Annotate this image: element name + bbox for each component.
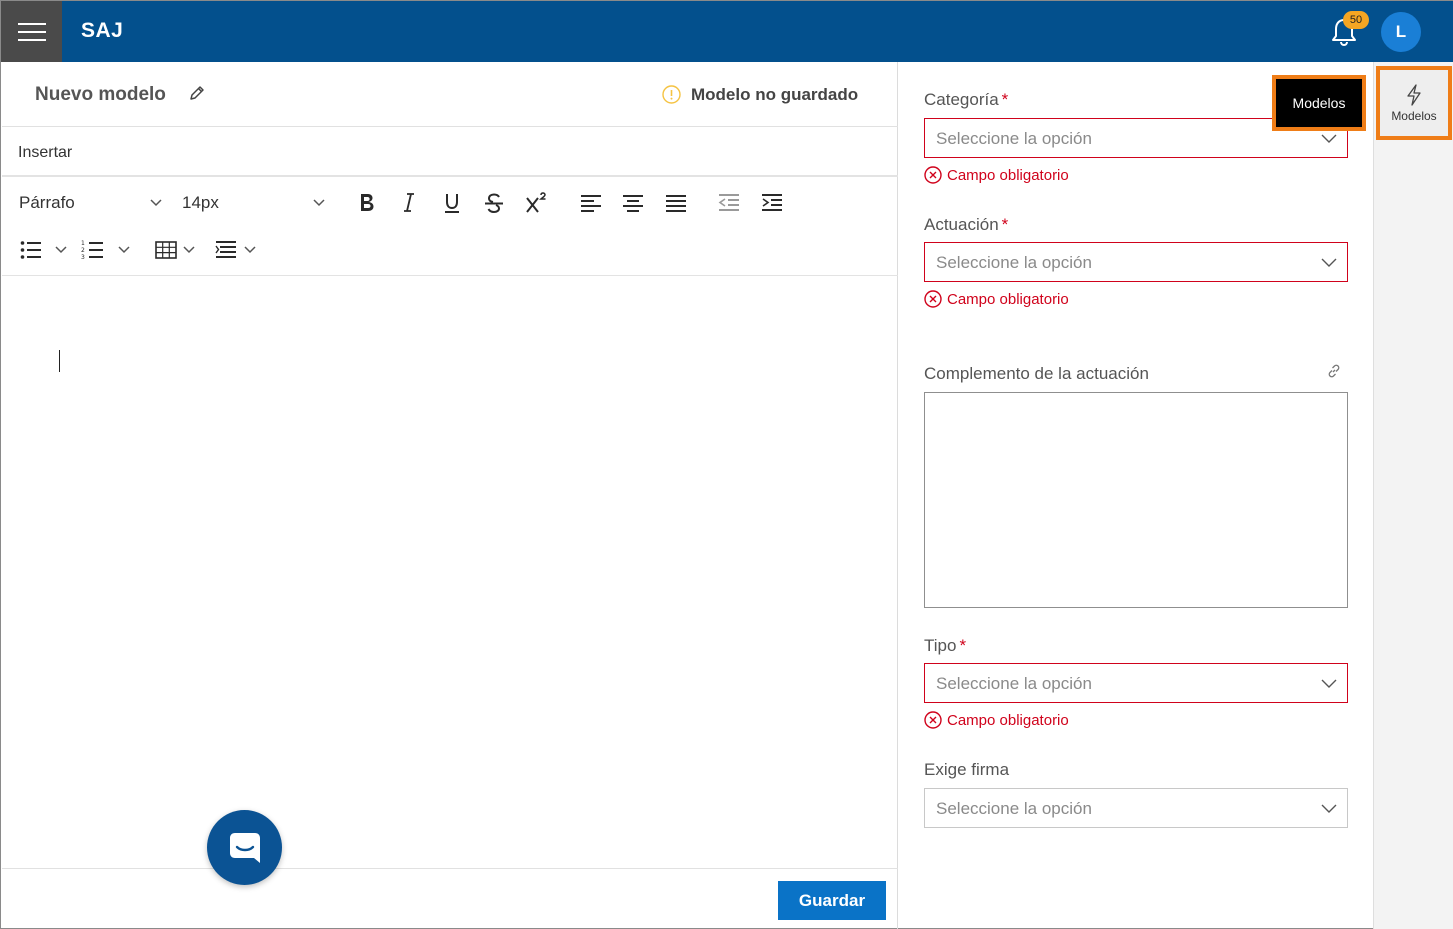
chevron-down-icon [1321, 804, 1337, 813]
menu-button[interactable] [1, 1, 62, 62]
required-mark: * [1001, 215, 1009, 234]
chat-launcher-button[interactable] [207, 810, 282, 885]
strikethrough-icon[interactable] [482, 191, 506, 215]
complement-label: Complemento de la actuación [924, 364, 1149, 383]
notification-badge: 50 [1343, 11, 1369, 29]
chevron-down-icon [1321, 134, 1337, 143]
chat-icon [229, 832, 260, 863]
italic-icon[interactable] [397, 191, 421, 215]
chevron-down-icon[interactable] [183, 246, 195, 254]
action-error-text: Campo obligatorio [947, 290, 1069, 308]
user-avatar[interactable]: L [1381, 12, 1421, 52]
signature-label: Exige firma [924, 760, 1010, 779]
menu-icon [17, 22, 46, 41]
paragraph-style-value: Párrafo [19, 193, 75, 212]
bullet-list-icon[interactable] [19, 238, 43, 262]
action-label-text: Actuación [924, 215, 999, 234]
category-placeholder: Seleccione la opción [936, 129, 1092, 148]
action-select[interactable]: Seleccione la opción [924, 242, 1348, 282]
top-bar: SAJ 50 L [1, 1, 1453, 62]
save-status-text: Modelo no guardado [691, 85, 859, 104]
model-name-title: Nuevo modelo [35, 84, 166, 105]
chevron-down-icon[interactable] [150, 199, 162, 207]
type-label: Tipo * [924, 636, 966, 656]
svg-text:3: 3 [81, 254, 85, 261]
insert-menu[interactable]: Insertar [18, 144, 72, 162]
right-side-rail: Modelos [1373, 62, 1453, 929]
underline-icon[interactable] [440, 191, 464, 215]
model-properties-form: Categoría * Seleccione la opción Campo ob… [899, 62, 1373, 929]
category-error: Campo obligatorio [924, 166, 1069, 184]
indent-icon[interactable] [760, 191, 784, 215]
action-error: Campo obligatorio [924, 290, 1069, 308]
brand-logo: SAJ [81, 19, 124, 42]
link-icon[interactable] [1327, 364, 1341, 378]
formatting-toolbar: Párrafo 14px [2, 180, 898, 226]
align-justify-icon[interactable] [664, 191, 688, 215]
required-mark: * [1001, 90, 1009, 109]
svg-text:2: 2 [81, 247, 85, 254]
type-placeholder: Seleccione la opción [936, 674, 1092, 693]
list-style-icon[interactable] [214, 238, 238, 262]
font-size-select[interactable]: 14px [182, 180, 219, 226]
signature-select[interactable]: Seleccione la opción [924, 788, 1348, 828]
align-center-icon[interactable] [621, 191, 645, 215]
pencil-icon[interactable] [188, 84, 206, 102]
editor-panel: Nuevo modelo Modelo no guardado Insertar… [2, 62, 898, 929]
editor-header: Nuevo modelo Modelo no guardado [2, 62, 898, 127]
paragraph-style-select[interactable]: Párrafo [19, 180, 75, 226]
superscript-icon[interactable] [524, 191, 548, 215]
models-tooltip: Modelos [1272, 75, 1366, 131]
action-label: Actuación * [924, 215, 1008, 235]
app-window: SAJ 50 L Nuevo modelo Modelo no guardado… [0, 0, 1453, 929]
models-button-label: Modelos [1391, 108, 1437, 123]
chevron-down-icon[interactable] [55, 246, 67, 254]
required-mark: * [959, 636, 967, 655]
category-label: Categoría * [924, 90, 1008, 110]
complement-textarea[interactable] [924, 392, 1348, 608]
align-left-icon[interactable] [579, 191, 603, 215]
type-error-text: Campo obligatorio [947, 711, 1069, 729]
category-error-text: Campo obligatorio [947, 166, 1069, 184]
chevron-down-icon [1321, 679, 1337, 688]
info-icon [662, 85, 681, 104]
text-cursor [59, 350, 60, 372]
error-circle-icon [924, 166, 942, 184]
lightning-icon [1407, 83, 1421, 106]
outdent-icon[interactable] [717, 191, 741, 215]
list-toolbar: 123 [2, 226, 898, 276]
error-circle-icon [924, 290, 942, 308]
insert-menu-bar: Insertar [2, 127, 898, 177]
type-label-text: Tipo [924, 636, 957, 655]
action-placeholder: Seleccione la opción [936, 253, 1092, 272]
table-icon[interactable] [154, 238, 178, 262]
svg-text:1: 1 [81, 240, 85, 247]
chevron-down-icon[interactable] [118, 246, 130, 254]
document-editor-area[interactable] [2, 276, 898, 869]
font-size-value: 14px [182, 193, 219, 212]
chevron-down-icon [1321, 258, 1337, 267]
chevron-down-icon[interactable] [313, 199, 325, 207]
save-button[interactable]: Guardar [778, 881, 886, 920]
signature-placeholder: Seleccione la opción [936, 799, 1092, 818]
models-panel-button[interactable]: Modelos [1376, 66, 1452, 140]
category-label-text: Categoría [924, 90, 999, 109]
numbered-list-icon[interactable]: 123 [81, 238, 105, 262]
type-error: Campo obligatorio [924, 711, 1069, 729]
chevron-down-icon[interactable] [244, 246, 256, 254]
error-circle-icon [924, 711, 942, 729]
type-select[interactable]: Seleccione la opción [924, 663, 1348, 703]
bold-icon[interactable] [355, 191, 379, 215]
editor-footer: Guardar [2, 868, 898, 929]
